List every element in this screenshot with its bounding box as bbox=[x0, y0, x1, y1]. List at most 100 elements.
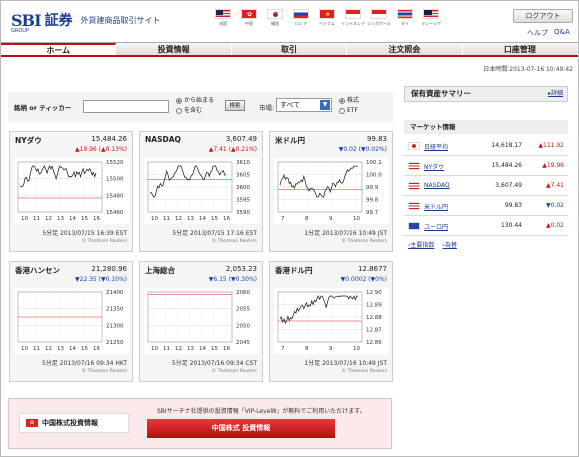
site-subtitle: 外貨建商品取引サイト bbox=[80, 15, 161, 25]
y-tick-label: 3605 bbox=[236, 173, 250, 179]
y-tick-label: 3595 bbox=[236, 198, 250, 204]
x-tick-label: 16 bbox=[223, 346, 230, 352]
nav-investment-info[interactable]: 投資情報 bbox=[116, 43, 232, 55]
flag-us[interactable]: 米国 bbox=[213, 9, 233, 27]
chart-panel[interactable]: 香港ハンセン 21,280.96 ▼22.35 (▼0.10%) 5分足 2013/0… bbox=[9, 261, 133, 382]
market-row-name[interactable]: 米ドル円 bbox=[424, 202, 448, 211]
panel-value: 12.8677 bbox=[358, 265, 387, 273]
market-row-name[interactable]: 日経平均 bbox=[424, 142, 448, 151]
chevron-down-icon: ▼ bbox=[320, 100, 330, 110]
x-tick-label: 12 bbox=[45, 346, 52, 352]
y-tick-label: 21300 bbox=[106, 323, 124, 329]
panel-timestamp: 1分足 2013/07/16 10:49 JST bbox=[304, 230, 387, 237]
y-tick-label: 15500 bbox=[106, 177, 124, 183]
jp-flag-icon bbox=[408, 142, 420, 150]
reuters-credit: © Thomson Reuters bbox=[211, 369, 257, 374]
forex-link[interactable]: ›為替 bbox=[442, 240, 456, 249]
y-tick-label: 99.8 bbox=[366, 198, 379, 204]
market-row: 日経平均 14,618.17 ▲111.92 bbox=[404, 137, 568, 156]
market-select-value: すべて bbox=[280, 101, 301, 109]
market-row-name[interactable]: ユーロ円 bbox=[424, 222, 448, 231]
nav-trade[interactable]: 取引 bbox=[232, 43, 348, 55]
panel-timestamp: 5分足 2013/07/15 17:16 EST bbox=[172, 230, 257, 237]
x-tick-label: 10 bbox=[21, 216, 28, 222]
y-tick-label: 2050 bbox=[236, 323, 250, 329]
china-banner-title: 中国株式投資情報 bbox=[42, 419, 98, 427]
x-tick-label: 13 bbox=[187, 346, 194, 352]
nav-home[interactable]: ホーム bbox=[1, 43, 117, 55]
flag-kr[interactable]: 韓国 bbox=[265, 9, 285, 27]
us-flag-icon bbox=[408, 162, 420, 170]
radio-stock[interactable]: 株式 bbox=[339, 96, 359, 106]
flag-sg[interactable]: シンガポール bbox=[367, 9, 391, 27]
us-flag-icon bbox=[408, 202, 420, 210]
kr-flag-icon bbox=[267, 9, 283, 19]
y-tick-label: 2055 bbox=[236, 307, 250, 313]
x-tick-label: 14 bbox=[69, 216, 76, 222]
flag-my[interactable]: マレーシア bbox=[421, 9, 441, 27]
help-link[interactable]: ヘルプ bbox=[527, 28, 548, 38]
y-tick-label: 3600 bbox=[236, 185, 250, 191]
reuters-credit: © Thomson Reuters bbox=[81, 239, 127, 244]
detail-link[interactable]: ▸詳細 bbox=[548, 87, 563, 101]
market-select[interactable]: すべて ▼ bbox=[276, 98, 332, 112]
market-row-name[interactable]: NASDAQ bbox=[424, 182, 450, 189]
china-invest-info-button[interactable]: 中国株式 投資情報 bbox=[147, 419, 335, 438]
market-row: NYダウ 15,484.26 ▲19.96 bbox=[404, 157, 568, 176]
reuters-credit: © Thomson Reuters bbox=[211, 239, 257, 244]
x-tick-label: 10 bbox=[151, 216, 158, 222]
flag-ru[interactable]: ロシア bbox=[291, 9, 311, 27]
x-tick-label: 16 bbox=[93, 346, 100, 352]
y-tick-label: 15480 bbox=[106, 193, 124, 199]
market-row-name[interactable]: NYダウ bbox=[424, 162, 444, 171]
major-index-label: 主要指数 bbox=[410, 242, 435, 249]
flag-vn[interactable]: ★ ベトナム bbox=[317, 9, 337, 27]
radio-label: ETF bbox=[347, 107, 358, 114]
radio-icon bbox=[176, 107, 182, 114]
nav-order-inquiry[interactable]: 注文照会 bbox=[347, 43, 463, 55]
flag-hk[interactable]: ✿ 中国 bbox=[239, 9, 259, 27]
panel-timestamp: 5分足 2013/07/15 16:39 EST bbox=[42, 230, 127, 237]
x-tick-label: 9 bbox=[329, 216, 333, 222]
y-tick-label: 2060 bbox=[236, 290, 250, 296]
search-button[interactable]: 検索 bbox=[225, 100, 245, 111]
match-radio-group: から始まる を含む bbox=[176, 96, 214, 116]
radio-etf[interactable]: ETF bbox=[339, 106, 359, 116]
flag-th[interactable]: タイ bbox=[395, 9, 415, 27]
nav-account[interactable]: 口座管理 bbox=[463, 43, 579, 55]
panel-timestamp: 5分足 2013/07/16 09:34 CST bbox=[171, 360, 257, 367]
chart-svg: 100.1 100.0 99.9 99.8 99.7 7 8 9 10 bbox=[277, 160, 382, 222]
radio-label: 株式 bbox=[347, 97, 360, 104]
logout-button[interactable]: ログアウト bbox=[513, 9, 573, 23]
detail-label: 詳細 bbox=[550, 90, 563, 97]
china-stock-banner: ✿ 中国株式投資情報 SBIサーチナ社提供の投資情報「VIP-LevelⅢ」が無… bbox=[8, 398, 392, 449]
y-tick-label: 99.9 bbox=[366, 185, 379, 191]
panel-timestamp: 1分足 2013/07/16 10:49 JST bbox=[304, 360, 387, 367]
eu-flag-icon bbox=[408, 222, 420, 230]
mini-line-chart: 2060 2055 2050 2045 10 11 12 13 14 15 16 bbox=[144, 288, 259, 354]
panel-title: 米ドル円 bbox=[275, 136, 305, 145]
ticker-search-input[interactable] bbox=[83, 100, 169, 113]
chart-panel[interactable]: 米ドル円 99.83 ▼0.02 (▼0.02%) 1分足 2013/07/16 10… bbox=[269, 131, 393, 252]
y-tick-label: 100.0 bbox=[366, 173, 382, 179]
chart-panel[interactable]: NYダウ 15,484.26 ▲19.96 (▲0.13%) 5分足 2013/07/… bbox=[9, 131, 133, 252]
chart-panel[interactable]: NASDAQ 3,607.49 ▲7.41 (▲0.21%) 5分足 2013/07/… bbox=[139, 131, 263, 252]
flag-id[interactable]: インドネシア bbox=[341, 9, 365, 27]
id-flag-icon bbox=[345, 9, 361, 19]
radio-starts-with[interactable]: から始まる bbox=[176, 96, 214, 106]
market-row-value: 14,618.17 bbox=[491, 142, 522, 149]
y-tick-label: 12.89 bbox=[366, 303, 382, 309]
y-tick-label: 12.88 bbox=[366, 315, 382, 321]
panel-value: 99.83 bbox=[366, 135, 387, 143]
chart-panel[interactable]: 上海総合 2,053.23 ▼6.15 (▼0.30%) 5分足 2013/07/16… bbox=[139, 261, 263, 382]
x-tick-label: 12 bbox=[175, 346, 182, 352]
panel-change: ▲7.41 (▲0.21%) bbox=[208, 146, 257, 153]
market-row: 米ドル円 99.83 ▼0.02 bbox=[404, 197, 568, 216]
radio-contains[interactable]: を含む bbox=[176, 106, 214, 116]
chart-panel[interactable]: 香港ドル円 12.8677 ▼0.0002 (▼0%) 1分足 2013/07/16 … bbox=[269, 261, 393, 382]
qa-link[interactable]: Q&A bbox=[554, 28, 570, 38]
market-row-value: 15,484.26 bbox=[491, 162, 522, 169]
y-tick-label: 12.87 bbox=[366, 328, 382, 334]
major-index-link[interactable]: ›主要指数 bbox=[408, 240, 434, 249]
sbi-logo[interactable]: SBI GROUP 証券 外貨建商品取引サイト bbox=[11, 10, 161, 35]
